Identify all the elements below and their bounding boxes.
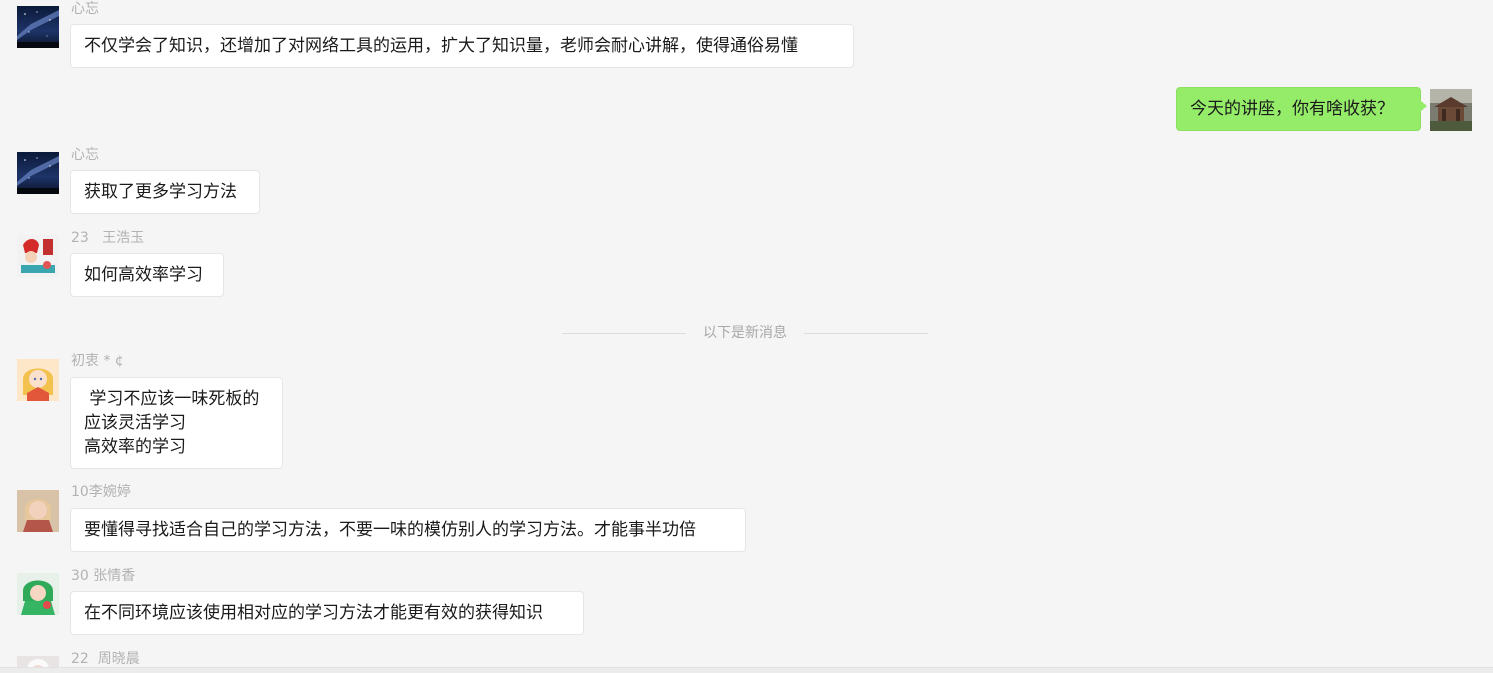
message-text-line: 学习不应该一味死板的: [84, 389, 260, 409]
message-text-line: 高效率的学习: [84, 437, 186, 457]
sender-name: 10李婉婷: [71, 484, 131, 500]
own-message-bubble[interactable]: 今天的讲座，你有啥收获？: [1176, 87, 1427, 131]
anime-girl-avatar[interactable]: [17, 359, 59, 401]
input-area-edge: [0, 667, 1493, 673]
message-text: 在不同环境应该使用相对应的学习方法才能更有效的获得知识: [84, 603, 543, 623]
sender-name: 初衷 * ¢: [71, 353, 124, 369]
new-messages-divider: 以下是新消息: [562, 322, 928, 344]
message-text: 获取了更多学习方法: [84, 182, 237, 202]
message-text: 今天的讲座，你有啥收获？: [1190, 99, 1394, 119]
message-text-line: 应该灵活学习: [84, 413, 186, 433]
message-text: 要懂得寻找适合自己的学习方法，不要一味的模仿别人的学习方法。才能事半功倍: [84, 520, 696, 540]
white-figure-avatar[interactable]: [17, 656, 59, 667]
divider-line-right: [804, 333, 928, 334]
green-cartoon-avatar[interactable]: [17, 573, 59, 615]
message-bubble[interactable]: 要懂得寻找适合自己的学习方法，不要一味的模仿别人的学习方法。才能事半功倍: [70, 508, 746, 552]
child-photo-avatar[interactable]: [17, 490, 59, 532]
starry-night-avatar[interactable]: [17, 152, 59, 194]
pavilion-photo-avatar[interactable]: [1430, 89, 1472, 131]
message-text: 如何高效率学习: [84, 265, 203, 285]
starry-night-avatar[interactable]: [17, 6, 59, 48]
sender-name: 心忘: [71, 147, 99, 163]
message-bubble[interactable]: 如何高效率学习: [70, 253, 224, 297]
sender-name: 30 张情香: [71, 568, 136, 584]
red-hat-character-avatar[interactable]: [17, 235, 59, 277]
message-text: 不仅学会了知识，还增加了对网络工具的运用，扩大了知识量，老师会耐心讲解，使得通俗…: [84, 36, 798, 56]
sender-name: 22 周晓晨: [71, 651, 140, 667]
message-bubble[interactable]: 不仅学会了知识，还增加了对网络工具的运用，扩大了知识量，老师会耐心讲解，使得通俗…: [70, 24, 854, 68]
chat-message-list[interactable]: 心忘 不仅学会了知识，还增加了对网络工具的运用，扩大了知识量，老师会耐心讲解，使…: [0, 0, 1493, 673]
message-bubble[interactable]: 在不同环境应该使用相对应的学习方法才能更有效的获得知识: [70, 591, 584, 635]
message-bubble[interactable]: 学习不应该一味死板的 应该灵活学习 高效率的学习: [70, 377, 283, 469]
sender-name: 心忘: [71, 1, 99, 17]
message-bubble[interactable]: 获取了更多学习方法: [70, 170, 260, 214]
sender-name: 23 王浩玉: [71, 230, 145, 246]
